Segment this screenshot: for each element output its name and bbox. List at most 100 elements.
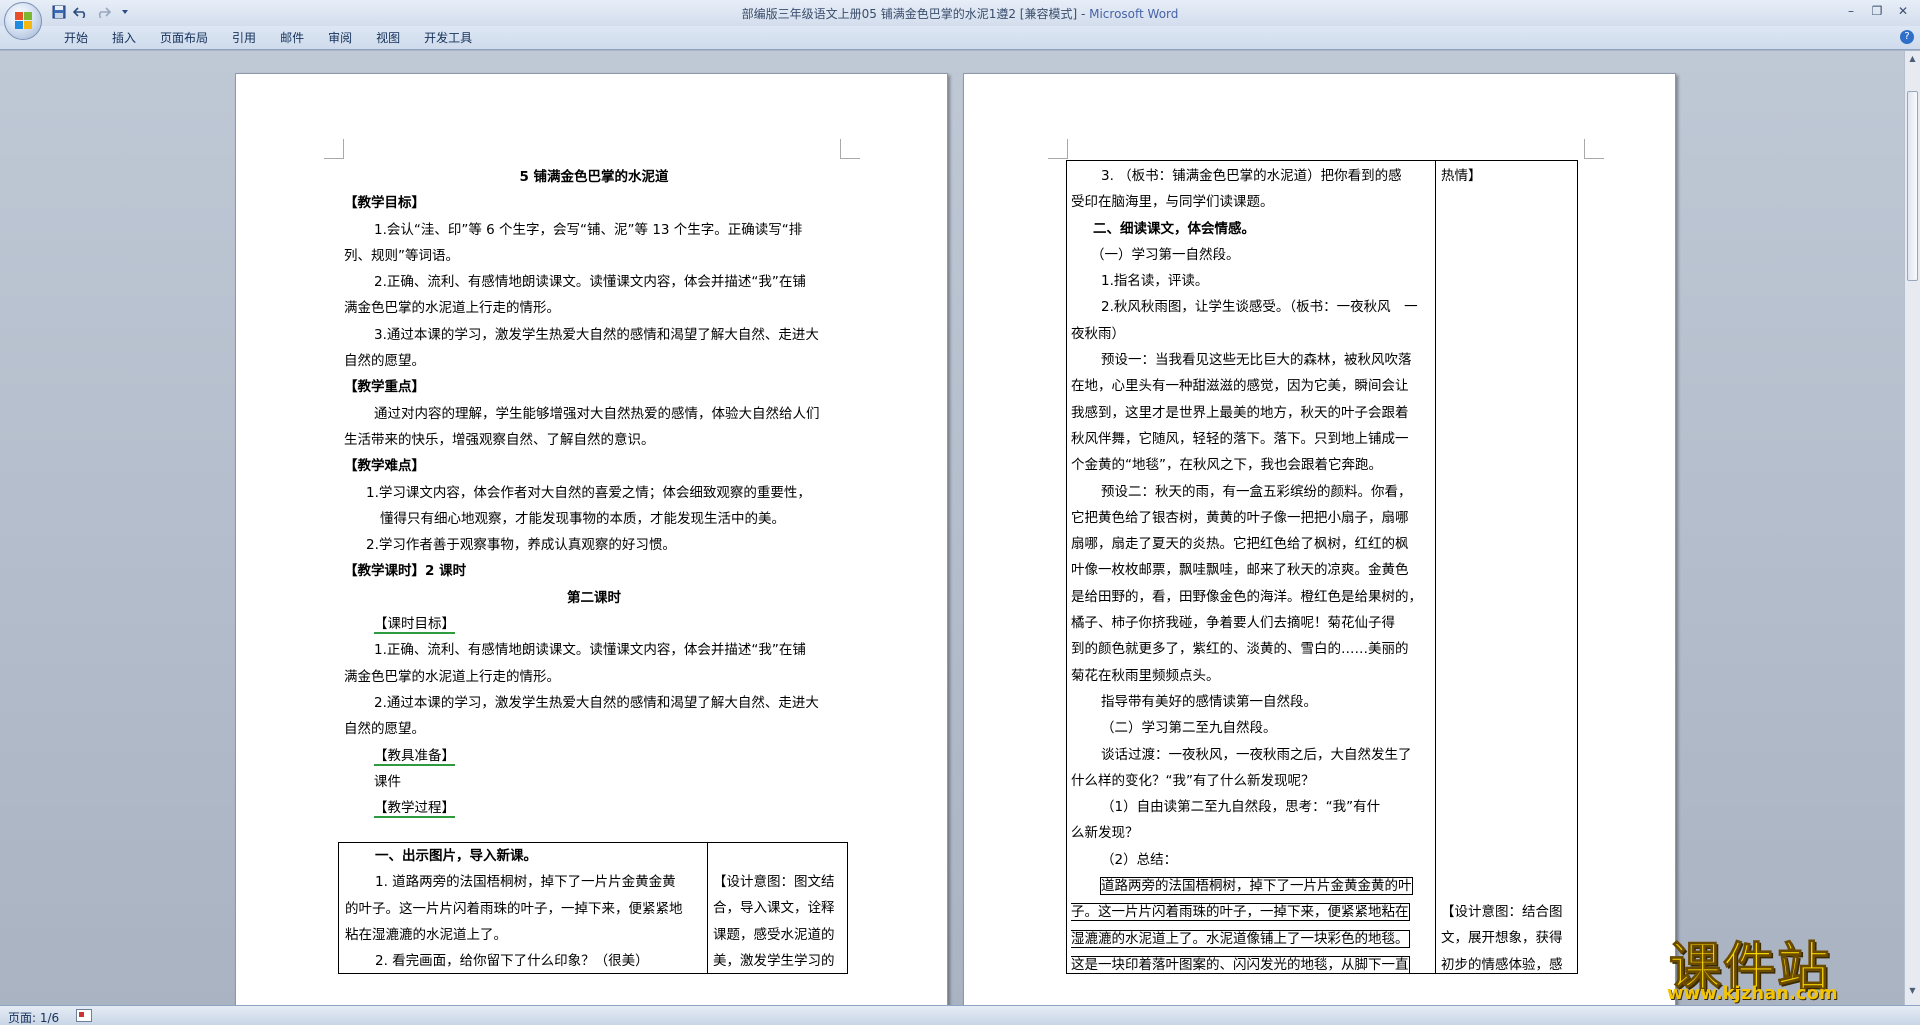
tab-insert[interactable]: 插入 [100, 30, 148, 46]
body-line: 3.通过本课的学习，激发学生热爱大自然的感情和渴望了解大自然、走进大 [374, 326, 819, 343]
body-line: 1.正确、流利、有感情地朗读课文。读懂课文内容，体会并描述“我”在铺 [374, 642, 806, 659]
table-line: 1. 道路两旁的法国梧桐树，掉下了一片片金黄金黄 [375, 874, 676, 891]
office-logo-icon [15, 12, 33, 30]
boxed-text-line: 湿漉漉的水泥道上了。水泥道像铺上了一块彩色的地毯。 [1071, 929, 1410, 948]
body-line: 满金色巴掌的水泥道上行走的情形。 [344, 300, 560, 317]
margin-corner-mark [1584, 139, 1604, 159]
undo-icon[interactable] [72, 4, 90, 20]
body-line: 2.通过本课的学习，激发学生热爱大自然的感情和渴望了解大自然、走进大 [374, 694, 819, 711]
lesson-table-continued: 3. （板书：铺满金色巴掌的水泥道）把你看到的感 受印在脑海里，与同学们读课题。… [1066, 160, 1578, 974]
watermark-logo: 课件站 www.kjzhan.com [1665, 925, 1905, 1005]
close-button[interactable]: ✕ [1890, 2, 1916, 20]
title-bar: 部编版三年级语文上册05 铺满金色巴掌的水泥1遵2 [兼容模式] - Micro… [0, 0, 1920, 26]
page-1-body: 5 铺满金色巴掌的水泥道 【教学目标】 1.会认“洼、印”等 6 个生字，会写“… [344, 164, 844, 821]
table-line: 合，导入课文，诠释 [713, 900, 835, 917]
document-title: 部编版三年级语文上册05 铺满金色巴掌的水泥1遵2 [兼容模式] - [741, 7, 1090, 21]
table-line: 谈话过渡：一夜秋风，一夜秋雨之后，大自然发生了 [1101, 746, 1412, 763]
margin-corner-mark [840, 139, 860, 159]
body-line: 自然的愿望。 [344, 353, 425, 370]
table-cell-right-design: 【设计意图：结合图 文，展开想象，获得 初步的情感体验，感 [1441, 899, 1575, 978]
document-page-2: 3. （板书：铺满金色巴掌的水泥道）把你看到的感 受印在脑海里，与同学们读课题。… [963, 73, 1676, 1013]
tab-developer[interactable]: 开发工具 [412, 30, 484, 46]
help-icon[interactable]: ? [1900, 30, 1914, 44]
table-line: 二、细读课文，体会情感。 [1093, 220, 1255, 237]
body-line: 列、规则”等词语。 [344, 247, 459, 264]
tab-references[interactable]: 引用 [220, 30, 268, 46]
table-line: 是给田野的，看，田野像金色的海洋。橙红色是给果树的， [1071, 588, 1422, 605]
table-line: 美，激发学生学习的 [713, 952, 835, 969]
table-line: 秋风伴舞，它随风，轻轻的落下。落下。只到地上铺成一 [1071, 430, 1409, 447]
table-line: （2）总结： [1101, 851, 1178, 868]
heading-period-objectives: 【课时目标】 [374, 616, 455, 635]
vertical-scrollbar[interactable]: ▲ ▼ [1904, 51, 1920, 1005]
table-line: 预设一：当我看见这些无比巨大的森林，被秋风吹落 [1101, 352, 1412, 369]
scroll-up-icon[interactable]: ▲ [1907, 53, 1918, 65]
table-cell-right: 热情】 [1441, 163, 1575, 925]
spelling-check-icon[interactable] [76, 1009, 92, 1022]
table-line: 在地，心里头有一种甜滋滋的感觉，因为它美，瞬间会让 [1071, 378, 1409, 395]
table-line: 夜秋雨） [1071, 325, 1125, 342]
ribbon-tab-bar: 开始 插入 页面布局 引用 邮件 审阅 视图 开发工具 ? [0, 26, 1920, 50]
scrollbar-thumb[interactable] [1907, 91, 1918, 281]
table-line: 菊花在秋雨里频频点头。 [1071, 667, 1220, 684]
customize-icon[interactable] [116, 4, 134, 20]
body-line: 满金色巴掌的水泥道上行走的情形。 [344, 668, 560, 685]
table-line: 么新发现？ [1071, 825, 1139, 842]
heading-difficulties: 【教学难点】 [344, 458, 425, 475]
boxed-text-line: 道路两旁的法国梧桐树，掉下了一片片金黄金黄的叶 [1100, 877, 1413, 896]
heading-materials: 【教具准备】 [374, 747, 455, 766]
office-button[interactable] [4, 2, 42, 40]
ribbon-tabs: 开始 插入 页面布局 引用 邮件 审阅 视图 开发工具 [52, 30, 484, 46]
table-column-divider [1435, 161, 1436, 973]
table-column-divider [707, 843, 708, 973]
table-line: 热情】 [1441, 168, 1482, 184]
table-line: 个金黄的“地毯”，在秋风之下，我也会跟着它奔跑。 [1071, 457, 1382, 474]
table-line: 扇哪，扇走了夏天的炎热。它把红色给了枫树，红红的枫 [1071, 536, 1409, 553]
tab-view[interactable]: 视图 [364, 30, 412, 46]
margin-corner-mark [1048, 139, 1068, 159]
table-line: 到的颜色就更多了，紫红的、淡黄的、雪白的……美丽的 [1071, 641, 1409, 658]
table-line: 什么样的变化？“我”有了什么新发现呢？ [1071, 772, 1315, 789]
minimize-button[interactable]: – [1838, 2, 1864, 20]
window-title: 部编版三年级语文上册05 铺满金色巴掌的水泥1遵2 [兼容模式] - Micro… [0, 5, 1920, 22]
body-line: 2.正确、流利、有感情地朗读课文。读懂课文内容，体会并描述“我”在铺 [374, 274, 806, 291]
redo-icon[interactable] [94, 4, 112, 20]
tab-review[interactable]: 审阅 [316, 30, 364, 46]
status-bar: 页面: 1/6 [0, 1005, 1920, 1025]
table-line: 2. 看完画面，给你留下了什么印象？（很美） [375, 953, 649, 970]
heading-second-period: 第二课时 [567, 589, 621, 606]
maximize-button[interactable]: ❐ [1864, 2, 1890, 20]
table-cell-right: 【设计意图：图文结 合，导入课文，诠释 课题，感受水泥道的 美，激发学生学习的 [713, 869, 845, 974]
table-line: 1.指名读，评读。 [1101, 273, 1209, 290]
table-line: 3. （板书：铺满金色巴掌的水泥道）把你看到的感 [1101, 168, 1402, 184]
table-line: 一、出示图片，导入新课。 [375, 848, 537, 864]
heading-process: 【教学过程】 [374, 800, 455, 819]
body-line: 自然的愿望。 [344, 721, 425, 738]
boxed-text-line: 这是一块印着落叶图案的、闪闪发光的地毯，从脚下一直 [1071, 955, 1410, 974]
table-line: 受印在脑海里，与同学们读课题。 [1071, 194, 1274, 211]
tab-home[interactable]: 开始 [52, 30, 100, 46]
table-line: 橘子、柿子你挤我碰，争着要人们去摘呢！菊花仙子得 [1071, 615, 1395, 632]
table-line: 的叶子。这一片片闪着雨珠的叶子，一掉下来，便紧紧地 [345, 900, 683, 917]
table-line: 课题，感受水泥道的 [713, 926, 835, 943]
boxed-text-line: 子。这一片片闪着雨珠的叶子，一掉下来，便紧紧地粘在 [1071, 903, 1410, 922]
save-icon[interactable] [50, 4, 68, 20]
table-line: 预设二：秋天的雨，有一盒五彩缤纷的颜料。你看， [1101, 483, 1412, 500]
tab-mailings[interactable]: 邮件 [268, 30, 316, 46]
margin-corner-mark [324, 139, 344, 159]
table-line: 2.秋风秋雨图，让学生谈感受。（板书：一夜秋风 一 [1101, 299, 1418, 316]
app-name: Microsoft Word [1089, 7, 1179, 21]
table-line: 【设计意图：结合图 [1441, 904, 1563, 920]
body-line: 课件 [374, 773, 401, 790]
table-line: 文，展开想象，获得 [1441, 930, 1563, 947]
table-line: 叶像一枚枚邮票，飘哇飘哇，邮来了秋天的凉爽。金黄色 [1071, 562, 1409, 579]
body-line: 2.学习作者善于观察事物，养成认真观察的好习惯。 [366, 537, 676, 554]
page-indicator[interactable]: 页面: 1/6 [8, 1009, 59, 1025]
scroll-down-icon[interactable]: ▼ [1907, 985, 1918, 997]
heading-key-points: 【教学重点】 [344, 379, 425, 396]
table-line: 【设计意图：图文结 [713, 874, 835, 890]
body-line: 懂得只有细心地观察，才能发现事物的本质，才能发现生活中的美。 [380, 510, 785, 527]
tab-page-layout[interactable]: 页面布局 [148, 30, 220, 46]
lesson-table: 一、出示图片，导入新课。 1. 道路两旁的法国梧桐树，掉下了一片片金黄金黄 的叶… [338, 842, 848, 974]
table-line: （1）自由读第二至九自然段，思考：“我”有什 [1101, 799, 1381, 816]
